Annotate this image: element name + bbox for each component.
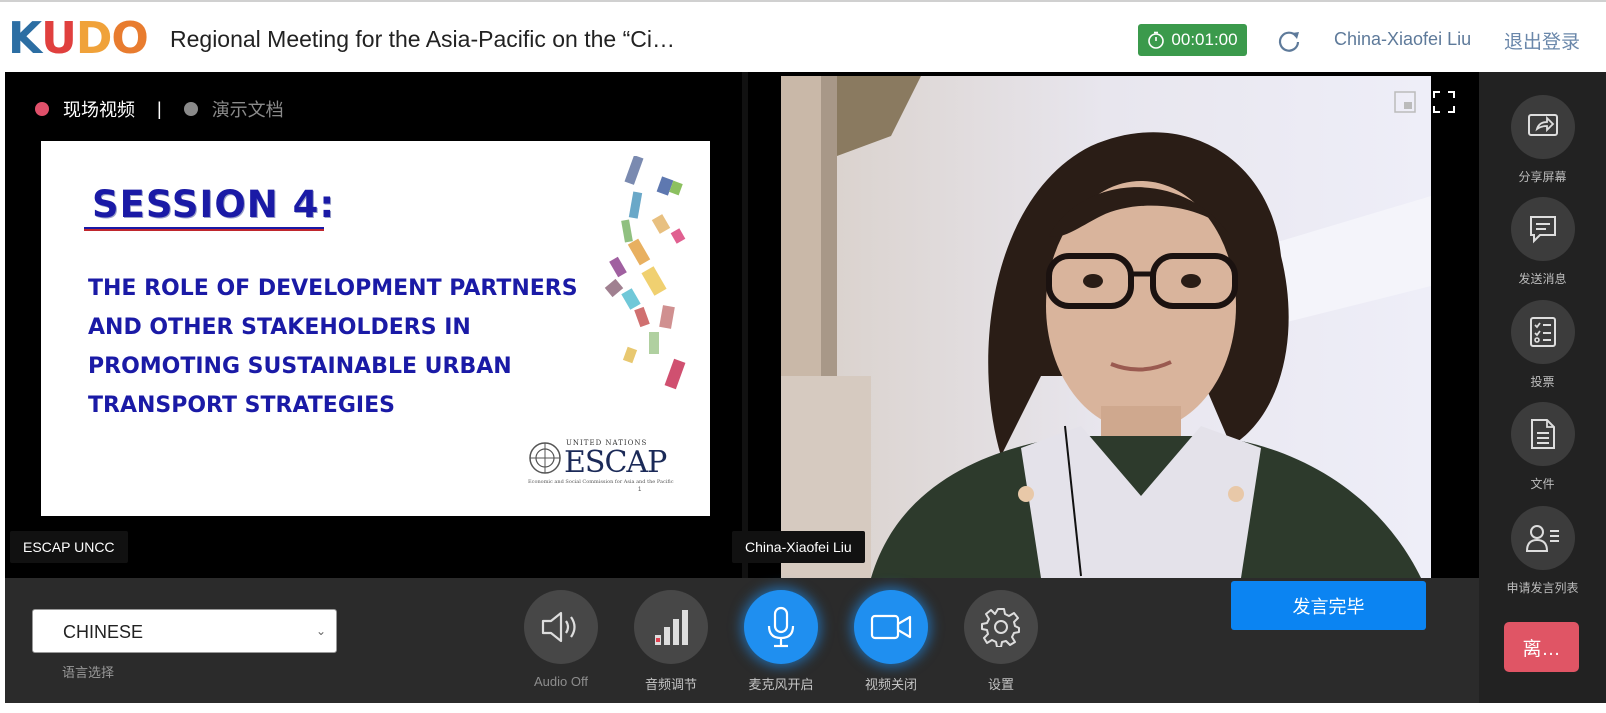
send-message-label: 发送消息 xyxy=(1518,272,1567,286)
audio-adjust-label: 音频调节 xyxy=(644,677,697,692)
poll-icon xyxy=(1529,317,1556,347)
slide-body-line: AND OTHER STAKEHOLDERS IN xyxy=(88,315,471,340)
language-select-value: CHINESE xyxy=(63,622,144,642)
slide-body-line: PROMOTING SUSTAINABLE URBAN xyxy=(88,354,512,379)
participant-video xyxy=(781,76,1431,578)
presentation-pane: 现场视频 | 演示文档 SESSION 4: THE ROLE OF DEVEL… xyxy=(5,72,742,578)
video-button[interactable]: 视频关闭 xyxy=(846,590,936,693)
slide-page-number: 1 xyxy=(638,487,642,493)
presentation-slide: SESSION 4: THE ROLE OF DEVELOPMENT PARTN… xyxy=(41,141,710,516)
participant-name-tag: ESCAP UNCC xyxy=(10,531,128,563)
user-name: China-Xiaofei Liu xyxy=(1334,29,1472,49)
poll-label: 投票 xyxy=(1530,375,1555,389)
language-select-label: 语言选择 xyxy=(62,665,115,680)
audio-adjust-button[interactable]: 音频调节 xyxy=(626,590,716,693)
volume-bars-icon xyxy=(655,610,688,645)
poll-button[interactable]: 投票 xyxy=(1479,300,1606,390)
gear-icon xyxy=(981,608,1020,647)
source-tabs: 现场视频 | 演示文档 xyxy=(35,96,284,122)
share-screen-circle xyxy=(1510,95,1575,159)
escap-logo-subtitle: Economic and Social Commission for Asia … xyxy=(528,479,674,485)
tab-presentation-doc[interactable]: 演示文档 xyxy=(183,96,284,122)
escap-logo: UNITED NATIONS ESCAP Economic and Social… xyxy=(528,439,678,487)
timer-badge: 00:01:00 xyxy=(1138,24,1247,56)
audio-off-circle xyxy=(524,590,598,664)
speaker-list-icon xyxy=(1525,525,1559,552)
kudo-logo: K U D O xyxy=(8,13,149,64)
layout-toggle-icon[interactable] xyxy=(1394,91,1416,113)
share-screen-button[interactable]: 分享屏幕 xyxy=(1479,95,1606,185)
slide-title: SESSION 4: xyxy=(92,183,336,226)
language-select[interactable]: CHINESE ⌄ xyxy=(32,609,337,653)
share-screen-label: 分享屏幕 xyxy=(1518,170,1567,184)
control-bar: CHINESE ⌄ 语言选择 Audio Off 音频调节 麦克风开启 视频关闭… xyxy=(5,578,1479,703)
refresh-icon[interactable] xyxy=(1276,28,1302,54)
logo-letter-d: D xyxy=(75,13,113,64)
tab-live-video[interactable]: 现场视频 xyxy=(35,96,135,122)
main-stage: 现场视频 | 演示文档 SESSION 4: THE ROLE OF DEVEL… xyxy=(5,72,1479,578)
logo-letter-k: K xyxy=(8,13,42,64)
send-message-button[interactable]: 发送消息 xyxy=(1479,197,1606,287)
settings-button[interactable]: 设置 xyxy=(956,590,1046,693)
file-label: 文件 xyxy=(1530,477,1555,491)
inactive-dot-icon xyxy=(183,102,198,116)
audio-off-label: Audio Off xyxy=(534,674,588,689)
send-message-circle xyxy=(1510,197,1575,261)
video-pane: China-Xiaofei Liu xyxy=(732,72,1479,578)
poll-circle xyxy=(1510,300,1575,364)
un-emblem-icon xyxy=(529,442,561,474)
header: K U D O Regional Meeting for the Asia-Pa… xyxy=(0,0,1606,72)
speaker-list-button[interactable]: 申请发言列表 xyxy=(1479,506,1606,596)
video-circle xyxy=(854,590,928,664)
meeting-title: Regional Meeting for the Asia-Pacific on… xyxy=(170,26,675,52)
message-icon xyxy=(1529,216,1556,244)
audio-off-button[interactable]: Audio Off xyxy=(516,590,606,689)
slide-decoration xyxy=(604,156,686,390)
stopwatch-icon xyxy=(1148,31,1165,49)
audio-adjust-circle xyxy=(634,590,708,664)
microphone-circle xyxy=(744,590,818,664)
finish-speaking-button[interactable]: 发言完毕 xyxy=(1231,581,1426,630)
video-label: 视频关闭 xyxy=(864,677,917,692)
video-camera-icon xyxy=(870,614,912,640)
chevron-down-icon: ⌄ xyxy=(315,624,326,638)
fullscreen-icon[interactable] xyxy=(1432,90,1456,114)
file-icon xyxy=(1530,419,1555,449)
slide-body-line: TRANSPORT STRATEGIES xyxy=(88,393,395,418)
settings-circle xyxy=(964,590,1038,664)
leave-button[interactable]: 离… xyxy=(1504,622,1579,672)
file-circle xyxy=(1510,402,1575,466)
logo-letter-u: U xyxy=(41,13,77,64)
speaker-list-circle xyxy=(1510,506,1575,570)
active-dot-icon xyxy=(35,102,49,116)
participant-name-tag: China-Xiaofei Liu xyxy=(732,531,865,563)
speaker-icon xyxy=(541,611,576,643)
tab-presentation-doc-label: 演示文档 xyxy=(211,100,284,120)
logo-letter-o: O xyxy=(111,13,148,64)
microphone-button[interactable]: 麦克风开启 xyxy=(736,590,826,693)
settings-label: 设置 xyxy=(987,677,1014,692)
speaker-list-label: 申请发言列表 xyxy=(1506,581,1579,595)
share-screen-icon xyxy=(1527,114,1558,136)
microphone-label: 麦克风开启 xyxy=(748,677,814,692)
tab-separator: | xyxy=(157,98,162,119)
logout-link[interactable]: 退出登录 xyxy=(1504,27,1580,54)
action-sidebar: 分享屏幕 发送消息 投票 文件 申请发言列表 离… xyxy=(1479,72,1606,703)
timer-value: 00:01:00 xyxy=(1171,30,1238,49)
file-button[interactable]: 文件 xyxy=(1479,402,1606,492)
escap-logo-text: ESCAP xyxy=(564,445,667,480)
slide-body: THE ROLE OF DEVELOPMENT PARTNERS AND OTH… xyxy=(88,269,578,425)
slide-body-line: THE ROLE OF DEVELOPMENT PARTNERS xyxy=(88,276,578,301)
slide-title-underline xyxy=(84,227,324,231)
microphone-icon xyxy=(767,606,795,648)
tab-live-video-label: 现场视频 xyxy=(63,100,135,120)
